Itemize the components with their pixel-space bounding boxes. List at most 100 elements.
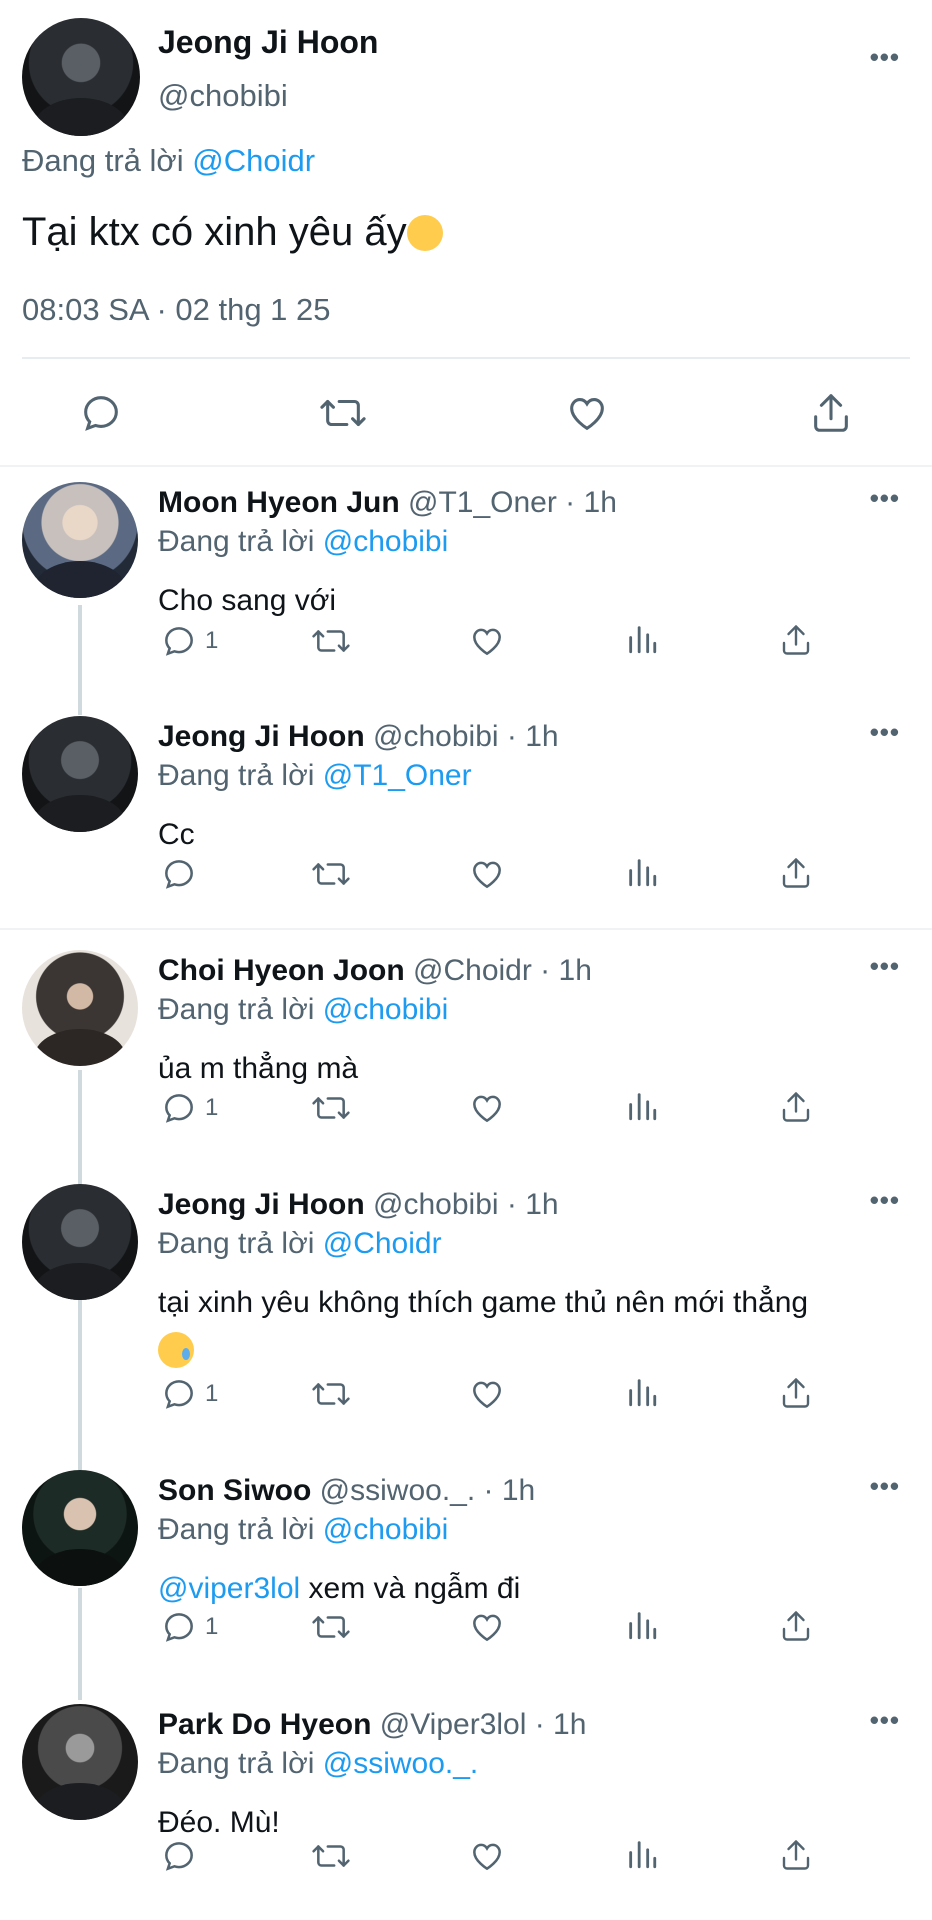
crying-emoji-icon	[158, 1332, 194, 1368]
replying-prefix: Đang trả lời	[158, 993, 315, 1026]
author-name[interactable]: Choi Hyeon Joon	[158, 954, 405, 987]
more-options-icon[interactable]: •••	[870, 719, 900, 745]
author-handle[interactable]: @chobibi · 1h	[373, 1188, 559, 1221]
replying-to: Đang trả lời @ssiwoo._.	[158, 1747, 478, 1781]
reply-icon[interactable]	[160, 622, 198, 660]
more-options-icon[interactable]: •••	[870, 1473, 900, 1499]
reply-text: @viper3lol xem và ngẫm đi	[158, 1564, 898, 1614]
retweet-icon[interactable]	[318, 390, 368, 436]
reply-icon[interactable]	[160, 1837, 198, 1875]
author-name[interactable]: Jeong Ji Hoon	[158, 1188, 365, 1221]
tweet-text-content: Tại ktx có xinh yêu ấy	[22, 210, 407, 254]
tweet-text: Tại ktx có xinh yêu ấy	[22, 210, 443, 255]
replying-to: Đang trả lời @chobibi	[158, 993, 448, 1027]
views-icon[interactable]	[625, 855, 659, 889]
retweet-icon[interactable]	[310, 855, 352, 893]
reply-header: Son Siwoo @ssiwoo._. · 1h	[158, 1474, 535, 1508]
replying-prefix: Đang trả lời	[158, 1227, 315, 1260]
author-handle[interactable]: @T1_Oner · 1h	[408, 486, 617, 519]
reply-tweet[interactable]: Park Do Hyeon @Viper3lol · 1h ••• Đang t…	[0, 1692, 932, 1920]
like-icon[interactable]	[468, 1608, 506, 1646]
share-icon[interactable]	[778, 1608, 814, 1644]
avatar[interactable]	[22, 950, 138, 1066]
retweet-icon[interactable]	[310, 622, 352, 660]
more-options-icon[interactable]: •••	[870, 485, 900, 511]
more-options-icon[interactable]: •••	[870, 1707, 900, 1733]
mention-link[interactable]: @Choidr	[323, 1227, 442, 1260]
more-options-icon[interactable]: •••	[870, 1187, 900, 1213]
mention-link[interactable]: @viper3lol	[158, 1572, 300, 1605]
like-icon[interactable]	[468, 1375, 506, 1413]
reply-icon[interactable]	[160, 1608, 198, 1646]
author-name[interactable]: Moon Hyeon Jun	[158, 486, 400, 519]
reply-header: Jeong Ji Hoon @chobibi · 1h	[158, 1188, 559, 1222]
reply-tweet[interactable]: Choi Hyeon Joon @Choidr · 1h ••• Đang tr…	[0, 938, 932, 1172]
mention-link[interactable]: @chobibi	[323, 525, 449, 558]
more-options-icon[interactable]: •••	[870, 953, 900, 979]
author-handle[interactable]: @ssiwoo._. · 1h	[320, 1474, 536, 1507]
author-handle[interactable]: @chobibi	[158, 78, 288, 114]
like-icon[interactable]	[468, 622, 506, 660]
author-name[interactable]: Jeong Ji Hoon	[158, 720, 365, 753]
share-icon[interactable]	[778, 1837, 814, 1873]
reply-text: ủa m thẳng mà	[158, 1052, 359, 1085]
mention-link[interactable]: @chobibi	[323, 993, 449, 1026]
replying-to: Đang trả lời @Choidr	[158, 1227, 442, 1261]
retweet-icon[interactable]	[310, 1837, 352, 1875]
views-icon[interactable]	[625, 1375, 659, 1409]
like-icon[interactable]	[468, 1837, 506, 1875]
reply-tweet[interactable]: Jeong Ji Hoon @chobibi · 1h ••• Đang trả…	[0, 1172, 932, 1458]
mention-link[interactable]: @chobibi	[323, 1513, 449, 1546]
like-icon[interactable]	[564, 390, 610, 436]
reply-tweet[interactable]: Son Siwoo @ssiwoo._. · 1h ••• Đang trả l…	[0, 1458, 932, 1692]
reply-count: 1	[205, 1613, 219, 1640]
share-icon[interactable]	[778, 1089, 814, 1125]
author-name[interactable]: Jeong Ji Hoon	[158, 24, 378, 61]
like-icon[interactable]	[468, 855, 506, 893]
share-icon[interactable]	[778, 1375, 814, 1411]
author-handle[interactable]: @chobibi · 1h	[373, 720, 559, 753]
avatar[interactable]	[22, 482, 138, 598]
share-icon[interactable]	[778, 855, 814, 891]
reply-header: Park Do Hyeon @Viper3lol · 1h	[158, 1708, 586, 1742]
replying-to: Đang trả lời @T1_Oner	[158, 759, 472, 793]
views-icon[interactable]	[625, 1608, 659, 1642]
mention-link[interactable]: @ssiwoo._.	[323, 1747, 479, 1780]
views-icon[interactable]	[625, 1837, 659, 1871]
reply-tweet[interactable]: Moon Hyeon Jun @T1_Oner · 1h ••• Đang tr…	[0, 470, 932, 704]
avatar[interactable]	[22, 18, 140, 136]
views-icon[interactable]	[625, 622, 659, 656]
timestamp[interactable]: 08:03 SA · 02 thg 1 25	[22, 292, 331, 328]
reply-header: Moon Hyeon Jun @T1_Oner · 1h	[158, 486, 617, 520]
author-handle[interactable]: @Viper3lol · 1h	[380, 1708, 587, 1741]
retweet-icon[interactable]	[310, 1089, 352, 1127]
avatar[interactable]	[22, 1704, 138, 1820]
reply-text-content: xem và ngẫm đi	[300, 1572, 521, 1605]
share-icon[interactable]	[808, 390, 854, 436]
mention-link[interactable]: @Choidr	[192, 143, 315, 178]
share-icon[interactable]	[778, 622, 814, 658]
author-name[interactable]: Park Do Hyeon	[158, 1708, 371, 1741]
reply-icon[interactable]	[78, 390, 124, 436]
section-divider	[0, 928, 932, 930]
more-options-icon[interactable]: •••	[870, 44, 900, 70]
relieved-emoji-icon	[406, 215, 443, 251]
author-handle[interactable]: @Choidr · 1h	[413, 954, 592, 987]
reply-count: 1	[205, 627, 219, 654]
reply-text: Cc	[158, 818, 195, 851]
avatar[interactable]	[22, 1184, 138, 1300]
avatar[interactable]	[22, 716, 138, 832]
mention-link[interactable]: @T1_Oner	[323, 759, 472, 792]
reply-icon[interactable]	[160, 855, 198, 893]
retweet-icon[interactable]	[310, 1375, 352, 1413]
author-name[interactable]: Son Siwoo	[158, 1474, 311, 1507]
replying-prefix: Đang trả lời	[22, 143, 184, 178]
reply-icon[interactable]	[160, 1089, 198, 1127]
retweet-icon[interactable]	[310, 1608, 352, 1646]
views-icon[interactable]	[625, 1089, 659, 1123]
like-icon[interactable]	[468, 1089, 506, 1127]
avatar[interactable]	[22, 1470, 138, 1586]
reply-icon[interactable]	[160, 1375, 198, 1413]
replying-to: Đang trả lời @chobibi	[158, 525, 448, 559]
reply-tweet[interactable]: Jeong Ji Hoon @chobibi · 1h ••• Đang trả…	[0, 704, 932, 928]
